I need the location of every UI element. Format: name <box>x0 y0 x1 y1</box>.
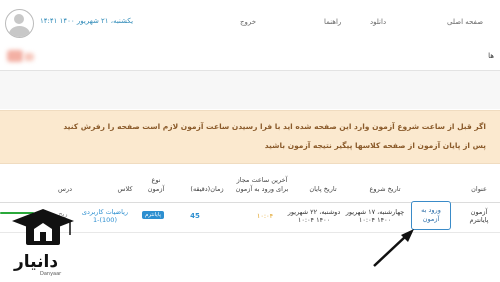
row-title: آزمون پایانترم <box>469 208 489 224</box>
table-header: عنوان تاریخ شروع تاریخ پایان آخرین ساعت … <box>0 172 500 203</box>
nav-home[interactable]: صفحه اصلی <box>447 18 483 26</box>
row-class[interactable]: ریاضیات کاربردی (100)-1 <box>78 208 132 224</box>
sub-header-title: ها <box>488 52 494 60</box>
exam-notice: اگر قبل از ساعت شروع آزمون وارد این صفحه… <box>0 110 500 164</box>
type-badge: پایانترم <box>142 211 165 219</box>
enter-exam-button[interactable]: ورود به آزمون <box>411 201 451 230</box>
graduation-cap-icon <box>12 209 74 245</box>
pointer-arrow-icon <box>373 229 414 267</box>
blurred-logo <box>7 50 23 62</box>
sub-header <box>0 44 500 71</box>
top-bar: یکشنبه، ۲۱ شهریور ۱۴۰۰ ۱۴:۴۱ خروج راهنما… <box>0 0 500 45</box>
nav-logout[interactable]: خروج <box>240 18 256 26</box>
spacer <box>0 71 500 109</box>
enter-exam-label: ورود به آزمون <box>421 206 441 223</box>
notice-line-2: پس از پایان آزمون از صفحه کلاسها پیگیر ن… <box>264 141 486 150</box>
nav-download[interactable]: دانلود <box>370 18 386 26</box>
logo-text: دانیار <box>14 252 59 272</box>
th-end-date: تاریخ پایان <box>309 185 337 193</box>
notice-line-1: اگر قبل از ساعت شروع آزمون وارد این صفحه… <box>63 122 486 131</box>
nav-help[interactable]: راهنما <box>324 18 341 26</box>
user-avatar-icon[interactable] <box>5 9 34 38</box>
th-last-entry: آخرین ساعت مجاز برای ورود به آزمون <box>235 176 289 193</box>
row-last-entry: ۱۰:۰۴ <box>256 212 274 220</box>
row-duration: 45 <box>190 212 200 220</box>
blurred-logo-part <box>24 53 34 61</box>
th-duration: زمان(دقیقه) <box>190 185 224 193</box>
th-course: درس <box>58 185 72 193</box>
row-end-date: دوشنبه، ۲۲ شهریور ۱۴۰۰ ۱۰:۰۴ <box>287 208 341 224</box>
row-start-date: چهارشنبه، ۱۷ شهریور ۱۴۰۰ ۱۰:۰۴ <box>345 208 405 224</box>
th-class: کلاس <box>117 185 133 193</box>
th-type: نوع آزمون <box>147 176 165 193</box>
logo-subtext: Danyaar <box>40 271 62 277</box>
date-time: یکشنبه، ۲۱ شهریور ۱۴۰۰ ۱۴:۴۱ <box>40 17 134 25</box>
th-start-date: تاریخ شروع <box>369 185 401 193</box>
th-title: عنوان <box>471 185 487 193</box>
